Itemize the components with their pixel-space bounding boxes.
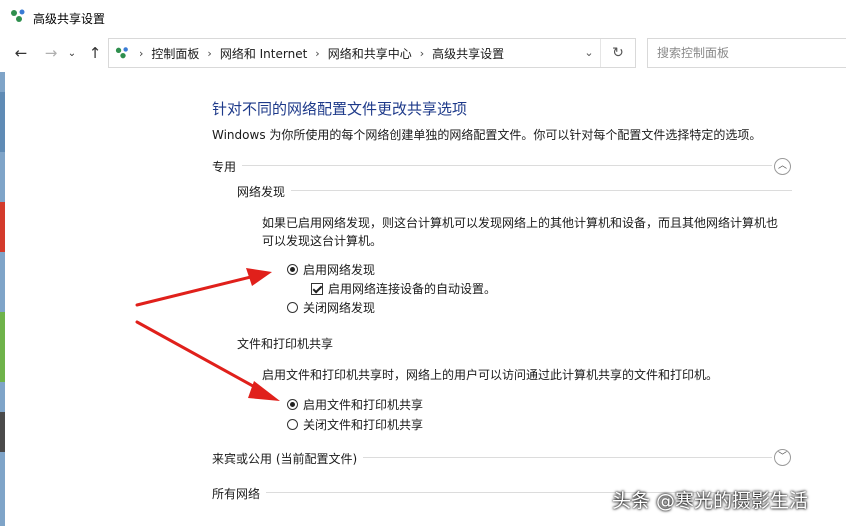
page-description: Windows 为你所使用的每个网络创建单独的网络配置文件。你可以针对每个配置文…: [212, 128, 762, 142]
option-label: 关闭文件和打印机共享: [303, 418, 424, 432]
annotation-arrow: [135, 320, 280, 401]
collapse-chevron-icon[interactable]: ︿: [774, 158, 791, 175]
radio-button-icon[interactable]: [287, 302, 298, 313]
checkbox-auto-setup[interactable]: 启用网络连接设备的自动设置。: [311, 280, 496, 297]
radio-button-icon[interactable]: [287, 399, 298, 410]
breadcrumb-network-internet[interactable]: 网络和 Internet: [220, 45, 307, 62]
subsection-divider: [237, 190, 792, 191]
search-input[interactable]: [647, 38, 846, 68]
section-title-guest-public[interactable]: 来宾或公用 (当前配置文件): [212, 450, 364, 467]
option-label: 启用文件和打印机共享: [303, 398, 424, 412]
breadcrumb-control-panel[interactable]: 控制面板: [151, 45, 199, 62]
address-bar[interactable]: › 控制面板 › 网络和 Internet › 网络和共享中心 › 高级共享设置…: [108, 38, 636, 68]
radio-enable-network-discovery[interactable]: 启用网络发现: [287, 261, 375, 278]
subsection-title-file-printer-sharing: 文件和打印机共享: [237, 335, 340, 352]
window-title: 高级共享设置: [33, 12, 106, 26]
page-title: 针对不同的网络配置文件更改共享选项: [212, 100, 468, 118]
chevron-right-icon[interactable]: ›: [420, 47, 424, 60]
section-title-private[interactable]: 专用: [212, 158, 243, 175]
option-label: 启用网络连接设备的自动设置。: [328, 282, 497, 296]
recent-locations-chevron-icon[interactable]: ⌄: [66, 44, 78, 62]
background-window-edge: [0, 72, 5, 526]
radio-disable-network-discovery[interactable]: 关闭网络发现: [287, 299, 375, 316]
section-divider: [212, 165, 772, 166]
refresh-icon[interactable]: ↻: [600, 39, 635, 67]
option-label: 启用网络发现: [303, 263, 376, 277]
network-discovery-description-line1: 如果已启用网络发现，则这台计算机可以发现网络上的其他计算机和设备，而且其他网络计…: [262, 216, 779, 230]
radio-disable-file-printer-sharing[interactable]: 关闭文件和打印机共享: [287, 416, 423, 433]
navigation-bar: ← → ⌄ ↑ › 控制面板 › 网络和 Internet › 网络和共享中心 …: [0, 34, 846, 72]
title-bar: 高级共享设置: [0, 0, 846, 34]
network-sharing-icon: [11, 9, 25, 22]
file-printer-sharing-description: 启用文件和打印机共享时，网络上的用户可以访问通过此计算机共享的文件和打印机。: [262, 368, 719, 382]
chevron-down-icon[interactable]: ⌄: [581, 44, 597, 62]
breadcrumb-advanced-sharing[interactable]: 高级共享设置: [432, 45, 504, 62]
chevron-right-icon[interactable]: ›: [139, 47, 143, 60]
breadcrumb-network-sharing-center[interactable]: 网络和共享中心: [328, 45, 412, 62]
chevron-right-icon[interactable]: ›: [315, 47, 319, 60]
section-title-all-networks[interactable]: 所有网络: [212, 485, 267, 502]
option-label: 关闭网络发现: [303, 301, 376, 315]
forward-arrow-icon[interactable]: →: [42, 44, 60, 62]
watermark-text: 头条 @寒光的摄影生活: [612, 490, 809, 512]
breadcrumb: › 控制面板 › 网络和 Internet › 网络和共享中心 › 高级共享设置: [139, 39, 504, 67]
chevron-right-icon[interactable]: ›: [207, 47, 211, 60]
radio-enable-file-printer-sharing[interactable]: 启用文件和打印机共享: [287, 396, 423, 413]
back-arrow-icon[interactable]: ←: [12, 44, 30, 62]
radio-button-icon[interactable]: [287, 264, 298, 275]
up-arrow-icon[interactable]: ↑: [86, 44, 104, 62]
annotation-arrows: [135, 268, 280, 401]
subsection-title-network-discovery: 网络发现: [237, 183, 292, 200]
expand-chevron-icon[interactable]: ﹀: [774, 449, 791, 466]
network-sharing-icon: [115, 47, 128, 59]
checkbox-icon[interactable]: [311, 282, 323, 295]
network-discovery-description-line2: 可以发现这台计算机。: [262, 234, 383, 248]
annotation-arrow: [135, 268, 272, 307]
radio-button-icon[interactable]: [287, 419, 298, 430]
